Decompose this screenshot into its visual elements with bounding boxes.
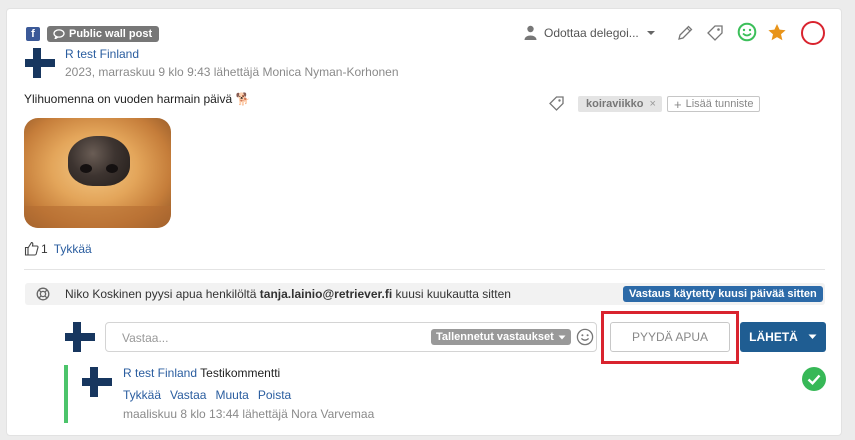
- post-type-badge: Public wall post: [47, 26, 160, 42]
- comment-delete-link[interactable]: Poista: [258, 388, 291, 402]
- reply-input[interactable]: Vastaa... Tallennetut vastaukset: [105, 322, 597, 352]
- post-type-label: Public wall post: [69, 28, 153, 40]
- status-circle-icon[interactable]: [801, 21, 825, 45]
- comment-actions: Tykkää Vastaa Muuta Poista: [123, 388, 291, 402]
- saved-replies-dropdown[interactable]: Tallennetut vastaukset: [431, 329, 571, 345]
- emoji-icon[interactable]: [576, 328, 594, 346]
- remove-tag-icon[interactable]: ×: [649, 96, 655, 112]
- comment-body: R test Finland Testikommentti: [123, 366, 280, 380]
- chevron-down-icon: [558, 335, 566, 339]
- post-meta: 2023, marraskuu 9 klo 9:43 lähettäjä Mon…: [65, 65, 399, 79]
- reply-avatar: [65, 322, 95, 352]
- tag-chip[interactable]: koiraviikko ×: [578, 96, 662, 112]
- status-dropdown[interactable]: Odottaa delegoi...: [524, 25, 656, 40]
- comment-meta: maaliskuu 8 klo 13:44 lähettäjä Nora Var…: [123, 407, 375, 421]
- post-image[interactable]: [24, 118, 171, 228]
- post-author-link[interactable]: R test Finland: [65, 47, 139, 61]
- tag-chip-label: koiraviikko: [586, 98, 644, 110]
- help-request-bar: Niko Koskinen pyysi apua henkilöltä tanj…: [25, 283, 825, 305]
- tag-outline-icon: [548, 95, 565, 112]
- check-icon[interactable]: [802, 367, 826, 391]
- comment-author-link[interactable]: R test Finland: [123, 366, 197, 380]
- comment-indicator: [64, 365, 68, 423]
- like-link[interactable]: Tykkää: [54, 242, 92, 256]
- tag-icon[interactable]: [706, 24, 724, 42]
- comment-edit-link[interactable]: Muuta: [215, 388, 248, 402]
- answer-used-badge: Vastaus käytetty kuusi päivää sitten: [623, 286, 823, 302]
- send-button[interactable]: LÄHETÄ: [740, 322, 826, 352]
- send-label: LÄHETÄ: [749, 330, 798, 344]
- lifebuoy-icon: [36, 287, 50, 301]
- comment-text: Testikommentti: [200, 366, 281, 380]
- thumbs-up-icon[interactable]: [24, 241, 39, 256]
- speech-bubble-icon: [53, 29, 65, 39]
- status-label: Odottaa delegoi...: [544, 25, 639, 40]
- comment-avatar: [82, 367, 112, 397]
- comment-like-link[interactable]: Tykkää: [123, 388, 161, 402]
- facebook-icon: f: [26, 27, 40, 41]
- help-request-text: Niko Koskinen pyysi apua henkilöltä tanj…: [65, 287, 511, 301]
- plus-icon: +: [674, 96, 682, 112]
- help-request-suffix: kuusi kuukautta sitten: [392, 287, 511, 301]
- post-card: f Public wall post R test Finland 2023, …: [6, 8, 842, 436]
- author-avatar: [25, 48, 55, 78]
- like-row: 1 Tykkää: [24, 241, 92, 256]
- highlight-frame: [601, 311, 739, 364]
- edit-icon[interactable]: [676, 24, 694, 42]
- person-icon: [524, 25, 537, 40]
- saved-replies-label: Tallennetut vastaukset: [436, 331, 554, 343]
- comment-reply-link[interactable]: Vastaa: [170, 388, 206, 402]
- help-request-prefix: Niko Koskinen pyysi apua henkilöltä: [65, 287, 260, 301]
- post-text: Ylihuomenna on vuoden harmain päivä 🐕: [24, 92, 251, 106]
- smiley-icon[interactable]: [737, 22, 757, 42]
- add-tag-label: Lisää tunniste: [685, 98, 754, 110]
- help-request-email: tanja.lainio@retriever.fi: [259, 287, 393, 301]
- like-count: 1: [41, 241, 48, 256]
- chevron-down-icon[interactable]: [808, 334, 817, 340]
- divider: [24, 269, 825, 270]
- star-icon[interactable]: [767, 23, 787, 42]
- chevron-down-icon: [646, 30, 655, 35]
- add-tag-button[interactable]: + Lisää tunniste: [667, 96, 761, 112]
- reply-placeholder: Vastaa...: [122, 331, 169, 345]
